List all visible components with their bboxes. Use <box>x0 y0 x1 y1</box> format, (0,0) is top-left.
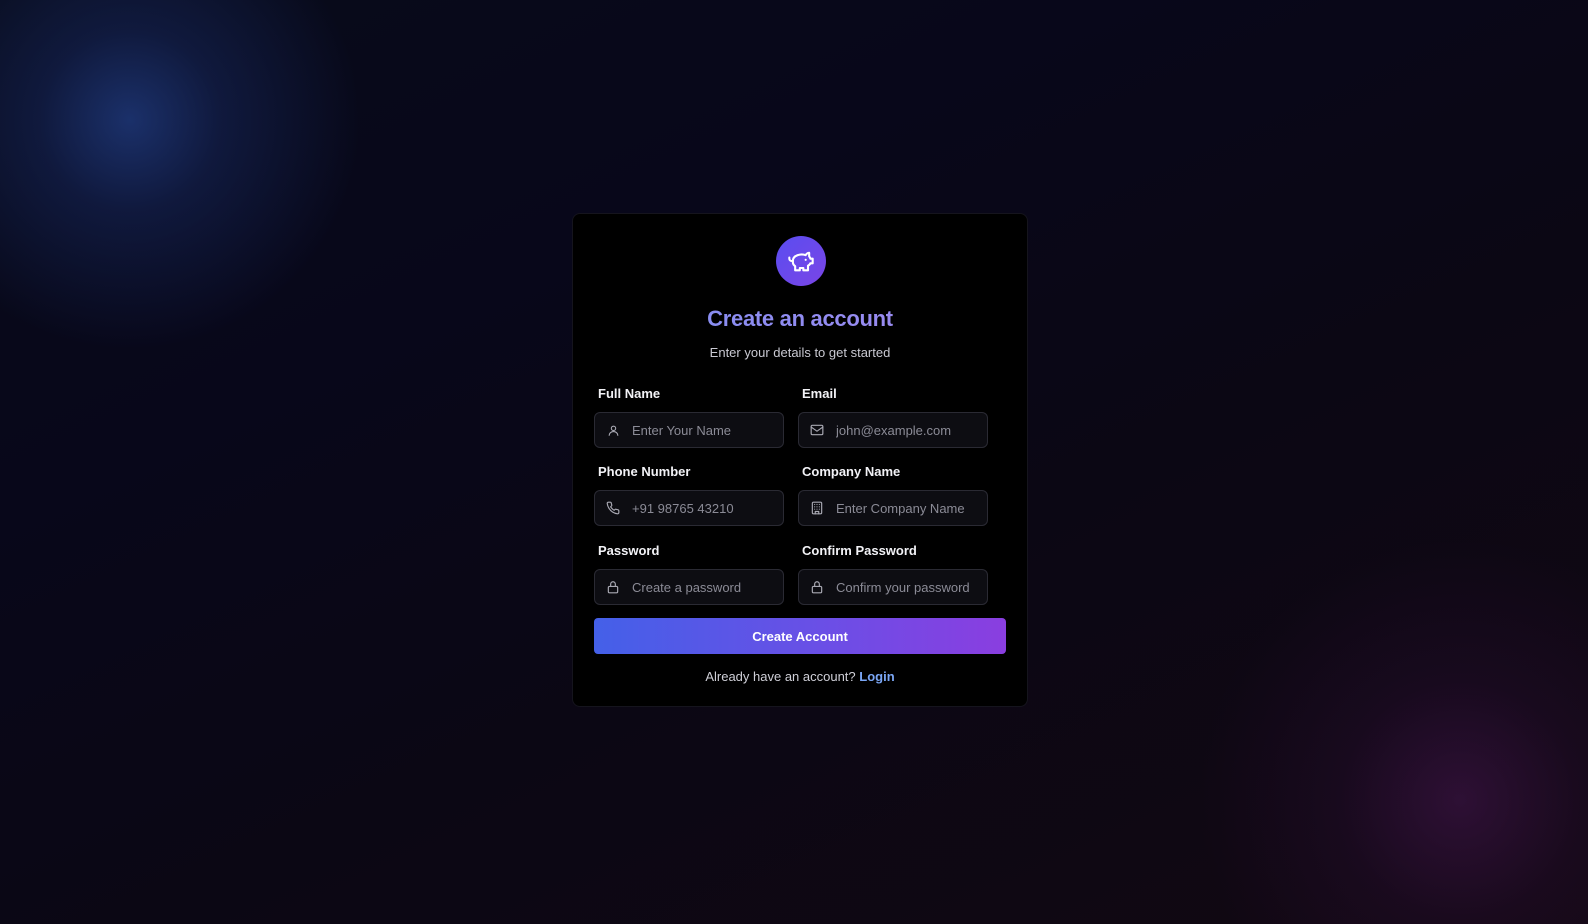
user-icon <box>606 423 620 437</box>
full-name-label: Full Name <box>598 386 661 401</box>
password-input-wrapper <box>594 569 784 605</box>
phone-label: Phone Number <box>598 464 691 479</box>
confirm-password-label: Confirm Password <box>802 543 917 558</box>
confirm-password-input-wrapper <box>798 569 988 605</box>
email-input[interactable] <box>836 422 986 438</box>
full-name-field: Full Name <box>594 386 784 448</box>
lock-icon <box>810 580 824 594</box>
password-input[interactable] <box>632 579 782 595</box>
phone-input[interactable] <box>632 500 782 516</box>
company-label: Company Name <box>802 464 901 479</box>
password-field: Password <box>594 543 784 605</box>
company-field: Company Name <box>798 464 988 526</box>
phone-input-wrapper <box>594 490 784 526</box>
signup-card: Create an account Enter your details to … <box>572 213 1028 707</box>
building-icon <box>810 501 824 515</box>
email-field: Email <box>798 386 988 448</box>
login-link[interactable]: Login <box>859 669 894 684</box>
lock-icon <box>606 580 620 594</box>
password-label: Password <box>598 543 660 558</box>
phone-field: Phone Number <box>594 464 784 526</box>
create-account-button[interactable]: Create Account <box>594 618 1006 654</box>
email-input-wrapper <box>798 412 988 448</box>
page-subtitle: Enter your details to get started <box>709 345 891 360</box>
email-label: Email <box>802 386 837 401</box>
mail-icon <box>810 423 824 437</box>
phone-icon <box>606 501 620 515</box>
company-input[interactable] <box>836 500 986 516</box>
full-name-input-wrapper <box>594 412 784 448</box>
login-prompt-text: Already have an account? <box>705 669 856 684</box>
confirm-password-field: Confirm Password <box>798 543 988 605</box>
piggy-bank-icon <box>776 236 826 286</box>
page-title: Create an account <box>573 306 1027 332</box>
confirm-password-input[interactable] <box>836 579 986 595</box>
company-input-wrapper <box>798 490 988 526</box>
full-name-input[interactable] <box>632 422 782 438</box>
login-prompt: Already have an account? Login <box>573 669 1027 684</box>
